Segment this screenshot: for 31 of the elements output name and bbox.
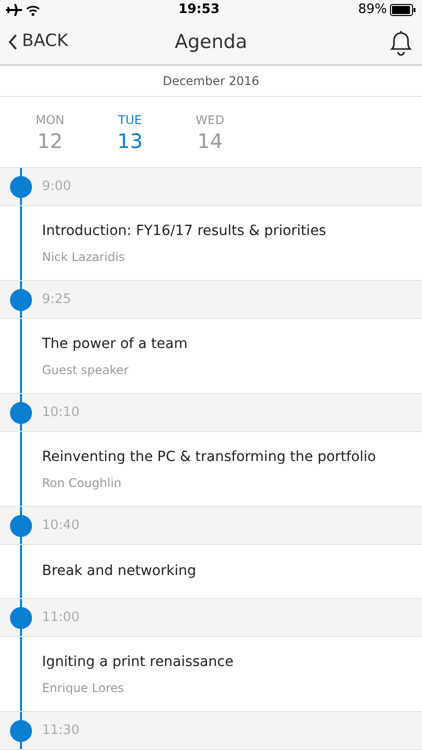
time-label: 10:40 <box>42 516 80 535</box>
chevron-left-icon <box>8 34 18 50</box>
speaker-name: Enrique Lores <box>42 680 125 696</box>
back-button[interactable]: BACK <box>8 29 88 55</box>
bell-icon[interactable] <box>388 28 414 56</box>
speaker-name: Ron Coughlin <box>42 474 122 492</box>
day-tab[interactable]: TUE 13 <box>90 111 170 153</box>
session-item[interactable]: Reinventing the PC & transforming the portfolio Ron Coughlin <box>0 432 422 507</box>
speaker-name: Guest speaker <box>42 362 130 378</box>
wifi-icon <box>26 4 40 16</box>
session-title: Reinventing the PC & transforming the portfolio <box>42 448 376 466</box>
time-label: 10:10 <box>42 404 80 422</box>
page-title: Agenda <box>174 30 248 55</box>
time-label: 9:25 <box>42 290 72 309</box>
time-label: 11:30 <box>42 722 80 740</box>
month-label: December 2016 <box>162 73 260 90</box>
session-title: Igniting a print renaissance <box>42 652 234 672</box>
battery-percent: 89% <box>358 1 387 20</box>
status-time: 19:53 <box>178 1 220 20</box>
session-item[interactable]: Introduction: FY16/17 results & priorities Nick Lazaridis <box>0 206 422 281</box>
airplane-icon <box>6 4 22 16</box>
session-item[interactable]: The power of a team Guest speaker <box>0 319 422 394</box>
battery-icon <box>390 4 416 16</box>
session-title: Break and networking <box>42 562 196 581</box>
session-title: The power of a team <box>42 334 188 354</box>
session-item[interactable]: Break and networking <box>0 545 422 599</box>
time-label: 11:00 <box>42 608 80 627</box>
session-item[interactable]: Igniting a print renaissance Enrique Lores <box>0 637 422 712</box>
speaker-name: Nick Lazaridis <box>42 248 126 266</box>
session-title: Introduction: FY16/17 results & priorities <box>42 222 326 240</box>
time-label: 9:00 <box>42 178 72 196</box>
